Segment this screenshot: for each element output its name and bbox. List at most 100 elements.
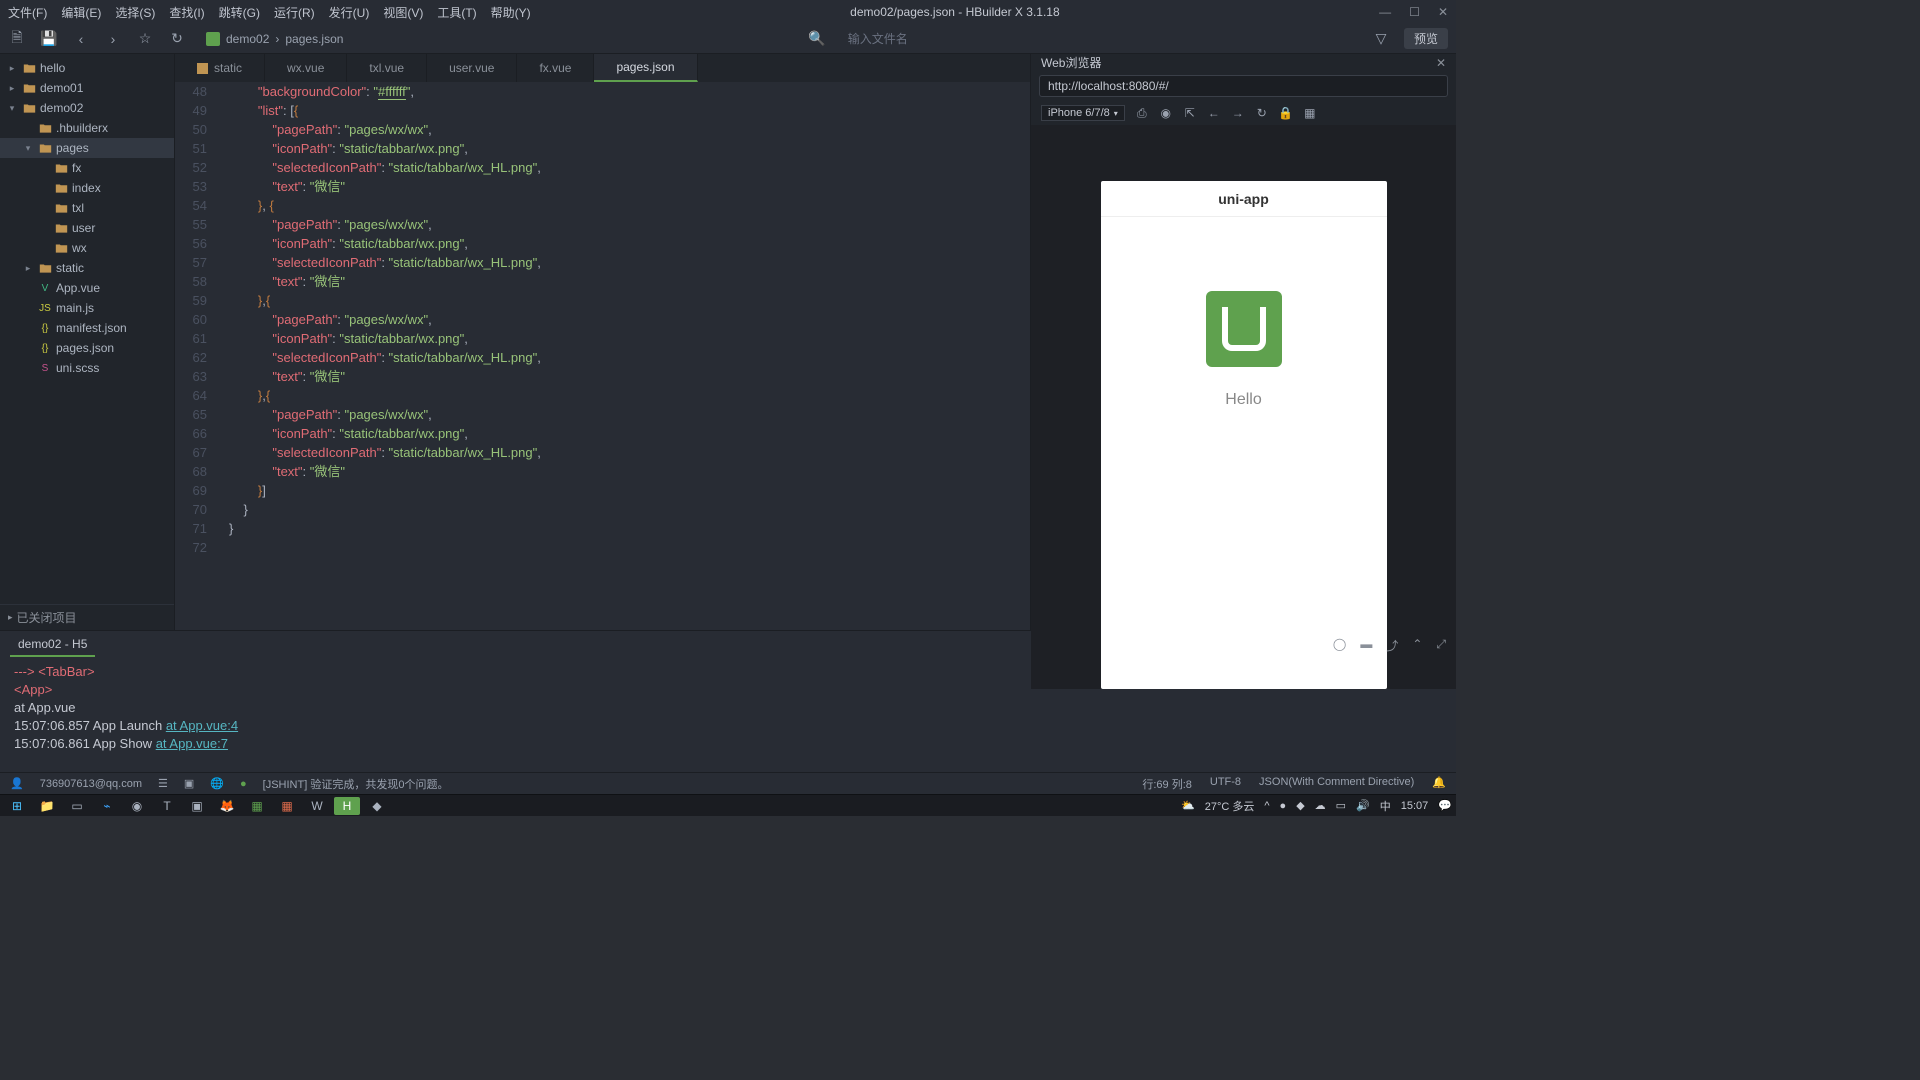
tree-item-pages.json[interactable]: {}pages.json [0,338,174,358]
capture-icon[interactable]: ⎙ [1135,106,1149,120]
back-arrow-icon[interactable]: ← [1207,106,1221,120]
tray-icon[interactable]: ☁ [1315,799,1326,812]
console-tab[interactable]: demo02 - H5 [10,633,95,657]
app-icon[interactable]: W [304,797,330,815]
tree-item-.hbuilderx[interactable]: .hbuilderx [0,118,174,138]
tree-item-user[interactable]: user [0,218,174,238]
external-icon[interactable]: ⇱ [1183,106,1197,120]
tree-item-App.vue[interactable]: VApp.vue [0,278,174,298]
clock[interactable]: 15:07 [1401,800,1429,812]
tree-item-uni.scss[interactable]: Suni.scss [0,358,174,378]
menu-item[interactable]: 文件(F) [8,4,47,21]
code-editor[interactable]: 4849505152535455565758596061626364656667… [175,82,1030,630]
app-icon[interactable]: ▦ [244,797,270,815]
weather-icon[interactable]: ⛅ [1181,799,1195,812]
firefox-icon[interactable]: 🦊 [214,797,240,815]
tree-item-demo02[interactable]: ▾demo02 [0,98,174,118]
tab-fx.vue[interactable]: fx.vue [517,54,594,82]
menu-item[interactable]: 运行(R) [274,4,315,21]
weather-text[interactable]: 27°C 多云 [1205,798,1255,814]
window-icon[interactable]: ▭ [64,797,90,815]
tree-item-pages[interactable]: ▾pages [0,138,174,158]
forward-icon[interactable]: › [104,30,122,48]
expand-icon[interactable]: ⤢ [1436,637,1446,654]
url-bar[interactable]: http://localhost:8080/#/ [1039,75,1448,97]
menu-item[interactable]: 选择(S) [115,4,155,21]
cursor-position[interactable]: 行:69 列:8 [1142,776,1192,792]
inspect-icon[interactable]: ◉ [1159,106,1173,120]
star-icon[interactable]: ☆ [136,30,154,48]
account-icon[interactable]: 👤 [10,777,24,790]
filter-icon[interactable]: ▽ [1372,30,1390,48]
app-icon[interactable]: ◆ [364,797,390,815]
tray-icon[interactable]: ◆ [1296,799,1304,812]
tree-item-wx[interactable]: wx [0,238,174,258]
menu-item[interactable]: 跳转(G) [219,4,260,21]
menu-item[interactable]: 工具(T) [437,4,476,21]
stop-icon[interactable]: ◯ [1333,637,1346,654]
app-icon[interactable]: ▣ [184,797,210,815]
bell-icon[interactable]: 🔔 [1432,776,1446,792]
preview-button[interactable]: 预览 [1404,28,1448,49]
device-frame[interactable]: uni-app Hello [1101,181,1387,689]
device-selector[interactable]: iPhone 6/7/8▾ [1041,105,1125,121]
close-button[interactable]: ✕ [1438,5,1448,19]
notification-icon[interactable]: 💬 [1438,799,1452,812]
grid-icon[interactable]: ▦ [1303,106,1317,120]
ime-indicator[interactable]: 中 [1380,798,1391,814]
menu-item[interactable]: 查找(I) [169,4,204,21]
refresh-icon[interactable]: ↻ [168,30,186,48]
app-icon[interactable]: T [154,797,180,815]
tray-chevron-icon[interactable]: ^ [1264,800,1269,812]
menu-item[interactable]: 帮助(Y) [491,4,531,21]
hbuilder-icon[interactable]: H [334,797,360,815]
tab-wx.vue[interactable]: wx.vue [265,54,347,82]
search-icon[interactable]: 🔍 [808,30,826,48]
new-file-icon[interactable]: 🗎 [8,30,26,48]
tab-pages.json[interactable]: pages.json [594,54,697,82]
forward-arrow-icon[interactable]: → [1231,106,1245,120]
explorer-icon[interactable]: 📁 [34,797,60,815]
globe-icon[interactable]: 🌐 [210,777,224,790]
breadcrumb-item[interactable]: pages.json [285,32,343,46]
lock-icon[interactable]: 🔒 [1279,106,1293,120]
console-output[interactable]: ---> <TabBar> <App> at App.vue15:07:06.8… [0,659,1456,772]
export-icon[interactable]: ⤴ [1386,637,1398,654]
app-icon[interactable]: ▦ [274,797,300,815]
terminal-icon[interactable]: ▣ [184,777,194,790]
clear-icon[interactable]: ▬ [1360,637,1372,654]
collapse-icon[interactable]: ⌃ [1412,637,1422,654]
encoding[interactable]: UTF-8 [1210,776,1241,792]
tab-txl.vue[interactable]: txl.vue [347,54,427,82]
start-icon[interactable]: ⊞ [4,797,30,815]
reload-icon[interactable]: ↻ [1255,106,1269,120]
maximize-button[interactable]: ☐ [1409,5,1420,19]
tray-icon[interactable]: ● [1280,800,1287,812]
save-icon[interactable]: 💾 [40,30,58,48]
tree-item-static[interactable]: ▸static [0,258,174,278]
close-icon[interactable]: ✕ [1436,56,1446,70]
menu-item[interactable]: 视图(V) [383,4,423,21]
tray-icon[interactable]: ▭ [1336,799,1346,812]
tab-static[interactable]: static [175,54,265,82]
language-mode[interactable]: JSON(With Comment Directive) [1259,776,1414,792]
tray-volume-icon[interactable]: 🔊 [1356,799,1370,812]
tree-item-manifest.json[interactable]: {}manifest.json [0,318,174,338]
tree-item-main.js[interactable]: JSmain.js [0,298,174,318]
code-content[interactable]: "backgroundColor": "#ffffff", "list": [{… [217,82,1030,630]
indent-icon[interactable]: ☰ [158,777,168,790]
tree-item-txl[interactable]: txl [0,198,174,218]
menu-item[interactable]: 发行(U) [329,4,370,21]
closed-projects[interactable]: ▸ 已关闭项目 [0,604,174,630]
minimize-button[interactable]: — [1379,5,1391,19]
back-icon[interactable]: ‹ [72,30,90,48]
vscode-icon[interactable]: ⌁ [94,797,120,815]
tree-item-fx[interactable]: fx [0,158,174,178]
tree-item-hello[interactable]: ▸hello [0,58,174,78]
tab-user.vue[interactable]: user.vue [427,54,517,82]
chrome-icon[interactable]: ◉ [124,797,150,815]
breadcrumb-item[interactable]: demo02 [226,32,269,46]
account-label[interactable]: 736907613@qq.com [40,778,142,790]
tree-item-index[interactable]: index [0,178,174,198]
tree-item-demo01[interactable]: ▸demo01 [0,78,174,98]
